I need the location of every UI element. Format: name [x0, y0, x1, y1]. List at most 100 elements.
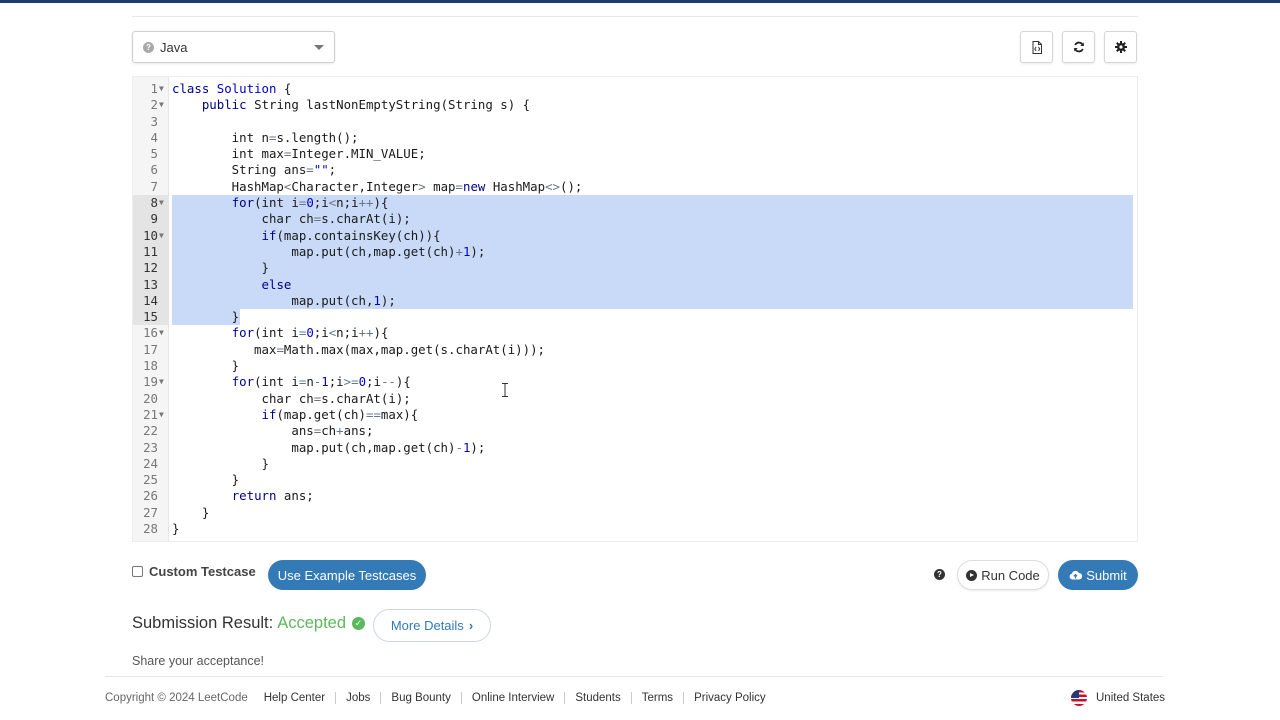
run-code-button[interactable]: Run Code [957, 560, 1049, 590]
code-text: for(int i=n-1;i>=0;i--){ [231, 374, 411, 390]
code-line[interactable]: 16 ▼ for(int i=0;i<n;i++){ [133, 325, 1137, 341]
line-number: 7 [150, 178, 158, 194]
code-text: public String lastNonEmptyString(String … [201, 97, 531, 113]
fold-toggle-icon[interactable]: ▼ [159, 81, 167, 97]
check-circle-icon: ✓ [352, 617, 366, 630]
code-text: if(map.get(ch)==max){ [261, 406, 419, 422]
code-line[interactable]: 10 ▼ if(map.containsKey(ch)){ [133, 227, 1137, 244]
code-text: } [172, 504, 210, 520]
footer: Copyright © 2024 LeetCode Help Center Jo… [105, 692, 766, 704]
line-number: 18 [143, 358, 158, 374]
fold-toggle-icon[interactable]: ▼ [159, 374, 167, 390]
line-number: 14 [143, 292, 158, 308]
reset-code-button[interactable] [1062, 31, 1095, 63]
footer-separator [460, 692, 462, 704]
submit-button[interactable]: Submit [1058, 560, 1138, 590]
code-text: for(int i=0;i<n;i++){ [231, 325, 389, 341]
code-line[interactable]: 3 [133, 114, 1137, 130]
selection-highlight [172, 276, 1133, 293]
footer-link-students[interactable]: Students [575, 692, 620, 704]
footer-separator [380, 692, 382, 704]
code-line[interactable]: 17 max=Math.max(max,map.get(s.charAt(i))… [133, 342, 1137, 358]
code-line[interactable]: 27 } [133, 505, 1137, 521]
code-text: String ans=""; [172, 162, 337, 178]
share-acceptance-text: Share your acceptance! [132, 654, 265, 668]
code-text: int max=Integer.MIN_VALUE; [172, 146, 426, 162]
fold-toggle-icon[interactable]: ▼ [159, 97, 167, 113]
cloud-upload-icon [1069, 570, 1083, 580]
line-number: 3 [150, 113, 158, 129]
top-divider [132, 16, 1138, 17]
code-text: char ch=s.charAt(i); [172, 390, 411, 406]
question-circle-icon[interactable]: ? [934, 569, 945, 580]
custom-testcase-checkbox[interactable]: Custom Testcase [132, 564, 256, 579]
code-line[interactable]: 2 ▼ public String lastNonEmptyString(Stri… [133, 97, 1137, 113]
code-line[interactable]: 7 HashMap<Character,Integer> map=new Has… [133, 179, 1137, 195]
code-line[interactable]: 24 } [133, 456, 1137, 472]
code-lines: 1 ▼ class Solution {2 ▼ public String lastN… [133, 81, 1137, 537]
footer-link-help-center[interactable]: Help Center [264, 692, 325, 704]
file-code-button[interactable] [1020, 31, 1053, 63]
code-text: } [172, 358, 240, 374]
code-text: int n=s.length(); [172, 129, 359, 145]
code-line[interactable]: 26 return ans; [133, 488, 1137, 504]
line-number: 8 [150, 195, 158, 211]
code-line[interactable]: 6 String ans=""; [133, 162, 1137, 178]
line-number: 16 [143, 325, 158, 341]
selection-highlight [172, 260, 1133, 277]
code-text: } [172, 260, 269, 276]
footer-link-terms[interactable]: Terms [642, 692, 673, 704]
code-line[interactable]: 12 } [133, 260, 1137, 277]
code-line[interactable]: 8 ▼ for(int i=0;i<n;i++){ [133, 195, 1137, 212]
code-line[interactable]: 5 int max=Integer.MIN_VALUE; [133, 146, 1137, 162]
fold-toggle-icon[interactable]: ▼ [159, 325, 167, 341]
code-line[interactable]: 4 int n=s.length(); [133, 130, 1137, 146]
use-example-testcases-button[interactable]: Use Example Testcases [268, 560, 426, 590]
settings-button[interactable] [1104, 31, 1137, 63]
line-number: 15 [143, 309, 158, 325]
code-line[interactable]: 15 } [133, 309, 1137, 326]
code-line[interactable]: 11 map.put(ch,map.get(ch)+1); [133, 243, 1137, 261]
code-text: } [172, 309, 240, 325]
code-text: if(map.containsKey(ch)){ [261, 227, 441, 243]
run-code-label: Run Code [981, 567, 1040, 583]
code-line[interactable]: 18 } [133, 358, 1137, 374]
file-code-icon [1032, 40, 1042, 54]
code-line[interactable]: 14 map.put(ch,1); [133, 292, 1137, 310]
code-text: map.put(ch,1); [172, 292, 396, 308]
fold-toggle-icon[interactable]: ▼ [159, 228, 167, 244]
line-number: 25 [143, 472, 158, 488]
code-line[interactable]: 21 ▼ if(map.get(ch)==max){ [133, 407, 1137, 423]
region-selector[interactable]: United States [1071, 690, 1165, 706]
checkbox-box[interactable] [132, 566, 143, 577]
language-help-icon: ? [143, 41, 154, 53]
code-text: class Solution { [172, 81, 292, 96]
footer-link-bug-bounty[interactable]: Bug Bounty [391, 692, 450, 704]
code-line[interactable]: 23 map.put(ch,map.get(ch)-1); [133, 440, 1137, 456]
code-line[interactable]: 1 ▼ class Solution { [133, 81, 1137, 97]
fold-toggle-icon[interactable]: ▼ [159, 195, 167, 211]
code-line[interactable]: 22 ans=ch+ans; [133, 423, 1137, 439]
fold-toggle-icon[interactable]: ▼ [159, 407, 167, 423]
code-text: } [172, 521, 180, 537]
footer-link-privacy-policy[interactable]: Privacy Policy [694, 692, 766, 704]
line-number: 28 [143, 521, 158, 537]
code-editor[interactable]: 1 ▼ class Solution {2 ▼ public String lastN… [132, 76, 1138, 542]
line-number: 22 [143, 423, 158, 439]
footer-link-jobs[interactable]: Jobs [346, 692, 370, 704]
more-details-button[interactable]: More Details › [373, 609, 491, 642]
footer-link-online-interview[interactable]: Online Interview [472, 692, 554, 704]
code-line[interactable]: 19 ▼ for(int i=n-1;i>=0;i--){ [133, 374, 1137, 390]
code-line[interactable]: 20 char ch=s.charAt(i); [133, 391, 1137, 407]
code-line[interactable]: 13 else [133, 276, 1137, 293]
code-line[interactable]: 28} [133, 521, 1137, 537]
code-line[interactable]: 9 char ch=s.charAt(i); [133, 211, 1137, 228]
code-text: map.put(ch,map.get(ch)+1); [172, 243, 486, 259]
play-circle-icon [966, 569, 978, 581]
language-select[interactable]: ? Java [132, 31, 335, 63]
footer-divider [105, 676, 1163, 677]
footer-separator [564, 692, 566, 704]
line-number: 9 [150, 211, 158, 227]
line-number: 21 [143, 406, 158, 422]
code-line[interactable]: 25 } [133, 472, 1137, 488]
